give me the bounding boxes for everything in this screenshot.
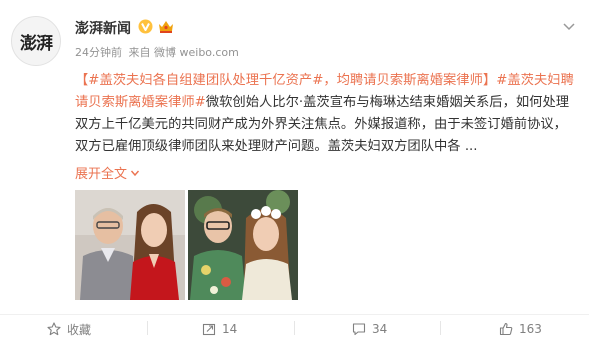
like-count: 163 xyxy=(519,322,542,336)
comment-icon xyxy=(352,323,366,336)
comment-button[interactable]: 34 xyxy=(352,319,387,339)
chevron-down-icon xyxy=(130,170,140,176)
avatar[interactable]: 澎湃 xyxy=(11,16,61,66)
action-separator xyxy=(294,321,295,335)
chevron-down-icon[interactable] xyxy=(562,18,576,32)
verified-icon xyxy=(138,19,153,34)
favorite-label: 收藏 xyxy=(67,322,92,337)
expand-full-text-link[interactable]: 展开全文 xyxy=(75,163,140,182)
comment-count: 34 xyxy=(372,322,388,336)
repost-button[interactable]: 14 xyxy=(202,319,237,339)
weibo-post-card: 澎湃 澎湃新闻 24分钟前 来自 微博 weibo.com 【#盖茨夫妇各自组建… xyxy=(0,0,589,348)
post-image-2[interactable] xyxy=(188,190,298,300)
action-separator xyxy=(147,321,148,335)
post-meta: 24分钟前 来自 微博 weibo.com xyxy=(75,44,242,60)
topic-link-headline[interactable]: 【#盖茨夫妇各自组建团队处理千亿资产#，均聘请贝索斯离婚案律师】 xyxy=(75,73,496,88)
like-icon xyxy=(499,322,513,336)
username[interactable]: 澎湃新闻 xyxy=(75,18,131,38)
avatar-logo-text: 澎湃 xyxy=(20,33,53,54)
star-icon xyxy=(47,322,61,336)
vip-icon[interactable] xyxy=(157,19,175,34)
favorite-button[interactable]: 收藏 xyxy=(47,319,91,339)
like-button[interactable]: 163 xyxy=(499,319,542,339)
repost-count: 14 xyxy=(222,322,238,336)
action-separator xyxy=(440,321,441,335)
expand-label: 展开全文 xyxy=(75,167,128,182)
post-text: 【#盖茨夫妇各自组建团队处理千亿资产#，均聘请贝索斯离婚案律师】#盖茨夫妇聘请贝… xyxy=(75,70,575,158)
action-bar-divider xyxy=(0,314,589,315)
post-source: 来自 微博 weibo.com xyxy=(128,46,239,59)
post-image-1[interactable] xyxy=(75,190,185,300)
share-icon xyxy=(202,323,216,336)
post-time[interactable]: 24分钟前 xyxy=(75,46,122,59)
